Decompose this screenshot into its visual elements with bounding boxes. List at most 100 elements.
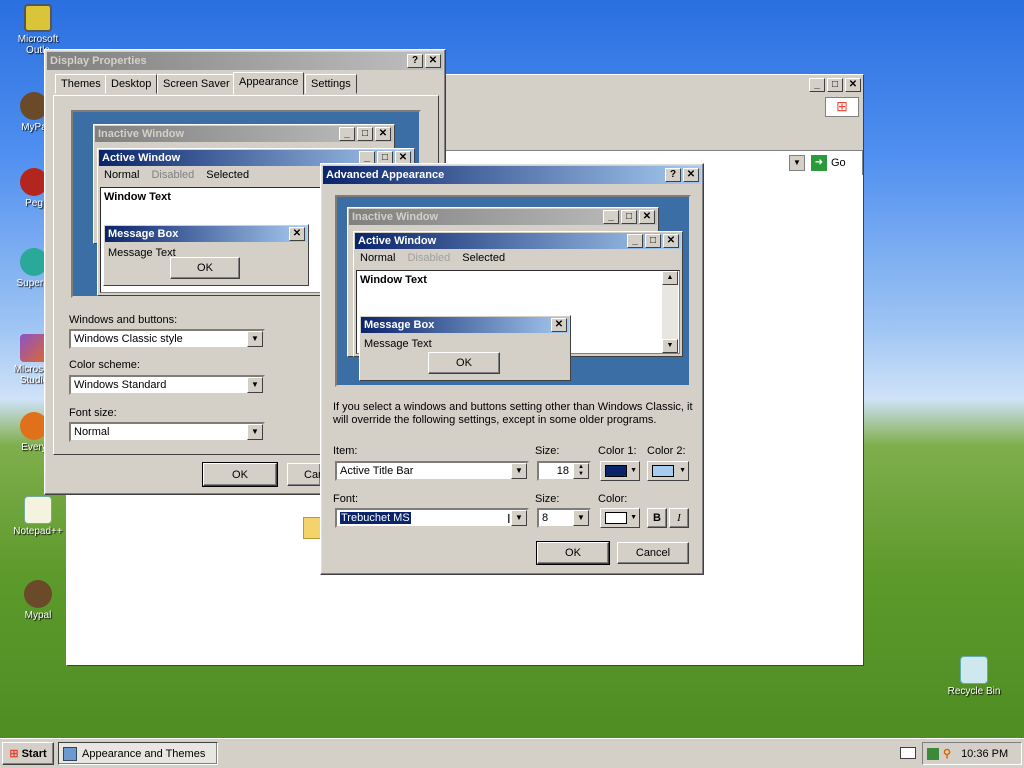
ok-button[interactable]: OK [536,541,610,565]
desktop-icon-recycle-bin[interactable]: Recycle Bin [944,656,1004,697]
maximize-icon: □ [357,127,373,141]
color2-label: Color 2: [647,445,686,457]
font-size-select[interactable]: Normal ▼ [69,422,265,442]
outlook-icon [24,4,52,32]
clock[interactable]: 10:36 PM [961,748,1008,760]
search-icon[interactable]: ⚲ [943,747,951,760]
font-size-value: Normal [74,426,110,438]
font-size-label: Size: [535,493,560,505]
windows-buttons-select[interactable]: Windows Classic style ▼ [69,329,265,349]
font-size-label: Font size: [69,407,117,419]
advanced-appearance-dialog: Advanced Appearance ? ✕ Inactive Window _… [320,163,704,575]
color1-picker[interactable]: ▼ [600,461,640,481]
maximize-icon: □ [645,234,661,248]
preview-message-box: Message Box ✕ Message Text OK [359,315,571,381]
windows-logo-icon: ⊞ [9,748,19,760]
go-button[interactable]: ➜ Go [811,154,861,172]
dialog-title: Advanced Appearance [326,169,445,181]
desktop-icon-notepadpp[interactable]: Notepad++ [8,496,68,537]
font-size-value: 8 [542,512,549,524]
start-button[interactable]: ⊞ Start [2,742,54,765]
active-title: Active Window [358,235,437,247]
preview-scrollbar: ▲ ▼ [662,271,678,353]
keyboard-icon[interactable] [900,747,916,759]
inactive-titlebar: Inactive Window _ □ ✕ [349,209,657,225]
help-button[interactable]: ? [407,54,423,68]
chevron-down-icon: ▼ [679,467,686,474]
cancel-button[interactable]: Car [287,463,322,486]
inactive-titlebar: Inactive Window _ □ ✕ [95,126,393,142]
close-icon: ✕ [639,210,655,224]
taskbar-item-appearance-themes[interactable]: Appearance and Themes [58,742,218,765]
font-size-select[interactable]: 8 ▼ [537,508,591,528]
close-button[interactable]: ✕ [425,54,441,68]
inactive-title: Inactive Window [98,128,185,140]
close-icon: ✕ [663,234,679,248]
color-scheme-value: Windows Standard [74,379,167,391]
tab-appearance[interactable]: Appearance [233,72,305,95]
color-scheme-select[interactable]: Windows Standard ▼ [69,375,265,395]
font-color-picker[interactable]: ▼ [600,508,640,528]
tab-desktop[interactable]: Desktop [105,74,158,94]
font-value: Trebuchet MS [340,512,411,524]
advanced-preview: Inactive Window _ □ ✕ Active Window _ □ ✕ No… [335,195,691,387]
go-label: Go [831,157,846,169]
info-text: If you select a windows and buttons sett… [333,401,693,426]
ok-button[interactable]: OK [202,462,278,487]
desktop-icon-label: Mypal [24,610,52,621]
menu-disabled: Disabled [407,252,451,264]
close-icon: ✕ [551,318,567,332]
message-text: Message Text [364,338,432,350]
minimize-icon: _ [339,127,355,141]
menu-selected: Selected [462,252,506,264]
chevron-down-icon: ▼ [511,463,527,479]
maximize-button[interactable]: □ [827,78,843,92]
network-icon[interactable] [927,747,939,760]
windows-logo-icon: ⊞ [825,97,859,117]
address-dropdown-button[interactable]: ▼ [789,155,805,171]
color2-picker[interactable]: ▼ [647,461,689,481]
menu-normal: Normal [360,252,396,264]
taskbar-item-label: Appearance and Themes [82,747,206,760]
close-button[interactable]: ✕ [683,168,699,182]
background-window-controls: _ □ ✕ [809,78,861,92]
cancel-button[interactable]: Cancel [617,542,689,564]
font-select[interactable]: Trebuchet MS I ▼ [335,508,529,528]
windows-buttons-value: Windows Classic style [74,333,183,345]
desktop-icon-label: MyPa [21,122,47,133]
bold-button[interactable]: B [647,508,667,528]
desktop-icon-label: Peg [25,198,43,209]
mypal-icon [24,580,52,608]
windows-buttons-label: Windows and buttons: [69,314,178,326]
item-label: Item: [333,445,358,457]
message-box-title: Message Box [364,319,435,331]
desktop-icon-mypal[interactable]: Mypal [8,580,68,621]
inactive-title: Inactive Window [352,211,439,223]
preview-menu: Normal Disabled Selected [354,250,682,266]
italic-button[interactable]: I [669,508,689,528]
item-size-label: Size: [535,445,560,457]
active-titlebar: Active Window _ □ ✕ [355,233,681,249]
notepadpp-icon [24,496,52,524]
chevron-down-icon: ▼ [247,377,263,393]
chevron-down-icon: ▼ [630,467,637,474]
desktop-icon-label: Every [21,442,47,453]
tab-themes[interactable]: Themes [55,74,107,94]
item-size-spinner[interactable]: 18 ▲ ▼ [537,461,591,481]
minimize-icon: _ [627,234,643,248]
scroll-up-icon: ▲ [662,271,678,285]
minimize-button[interactable]: _ [809,78,825,92]
help-button[interactable]: ? [665,168,681,182]
message-box-titlebar: Message Box ✕ [361,317,569,333]
active-title: Active Window [102,152,181,164]
menu-normal: Normal [104,169,140,181]
tab-screen-saver[interactable]: Screen Saver [157,74,236,94]
close-button[interactable]: ✕ [845,78,861,92]
tab-settings[interactable]: Settings [305,74,357,94]
item-select[interactable]: Active Title Bar ▼ [335,461,529,481]
menu-selected: Selected [206,169,250,181]
chevron-down-icon: ▼ [511,510,527,526]
font-color-label: Color: [598,493,628,505]
menu-disabled: Disabled [151,169,195,181]
scroll-down-icon: ▼ [662,339,678,353]
